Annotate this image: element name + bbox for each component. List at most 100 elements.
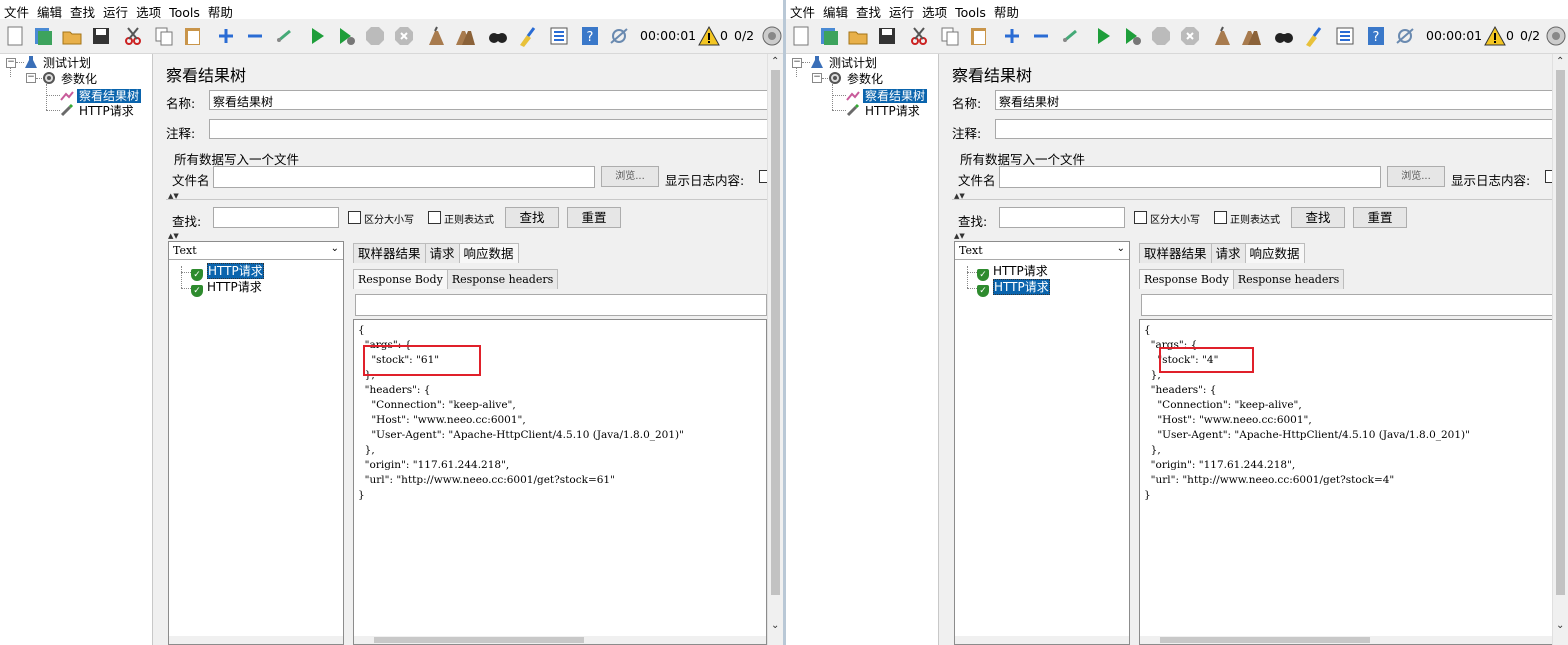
result-item[interactable]: ✓ HTTP请求 — [977, 264, 1048, 281]
tab-sampler-result[interactable]: 取样器结果 — [353, 243, 426, 263]
menu-file[interactable]: 文件 — [0, 0, 33, 21]
scroll-down-icon[interactable]: ⌄ — [771, 620, 779, 631]
menu-edit[interactable]: 编辑 — [819, 0, 852, 21]
save-icon[interactable] — [876, 25, 898, 47]
menu-options[interactable]: 选项 — [918, 0, 951, 21]
menu-run[interactable]: 运行 — [885, 0, 918, 21]
tree-node-test-plan[interactable]: 测试计划 — [24, 55, 93, 70]
new-icon[interactable] — [4, 25, 26, 47]
scroll-up-icon[interactable]: ⌃ — [771, 56, 779, 67]
clear-all-icon[interactable] — [1240, 25, 1262, 47]
menu-tools[interactable]: Tools — [951, 3, 990, 20]
tab-response-body[interactable]: Response Body — [1139, 269, 1234, 289]
clear-icon[interactable] — [1211, 25, 1233, 47]
paste-icon[interactable] — [182, 25, 204, 47]
menu-help[interactable]: 帮助 — [990, 0, 1023, 21]
open-icon[interactable] — [61, 25, 83, 47]
reset-search-icon[interactable] — [1302, 25, 1324, 47]
shutdown-icon[interactable] — [393, 25, 415, 47]
menu-tools[interactable]: Tools — [165, 3, 204, 20]
browse-button[interactable]: 浏览... — [1387, 166, 1445, 187]
toggle-icon[interactable] — [273, 25, 295, 47]
open-icon[interactable] — [847, 25, 869, 47]
filename-field[interactable] — [213, 166, 595, 188]
tree-node-test-plan[interactable]: 测试计划 — [810, 55, 879, 70]
tab-response-headers[interactable]: Response headers — [446, 269, 559, 289]
tab-request[interactable]: 请求 — [424, 243, 460, 263]
horizontal-scrollbar[interactable] — [1140, 636, 1552, 644]
cut-icon[interactable] — [908, 25, 930, 47]
copy-icon[interactable] — [153, 25, 175, 47]
start-no-pause-icon[interactable] — [1121, 25, 1143, 47]
find-button[interactable]: 查找 — [505, 207, 559, 228]
tab-sampler-result[interactable]: 取样器结果 — [1139, 243, 1212, 263]
templates-icon[interactable] — [818, 25, 840, 47]
vertical-scrollbar[interactable]: ⌃ ⌄ — [1552, 54, 1568, 645]
result-item[interactable]: ✓ HTTP请求 — [191, 280, 262, 297]
start-no-pause-icon[interactable] — [335, 25, 357, 47]
name-field[interactable]: 察看结果树 — [209, 90, 769, 110]
stop-icon[interactable] — [364, 25, 386, 47]
collapse-icon[interactable] — [244, 25, 266, 47]
menu-search[interactable]: 查找 — [852, 0, 885, 21]
reset-search-icon[interactable] — [516, 25, 538, 47]
response-search-field[interactable] — [355, 294, 767, 316]
tree-node-thread-group[interactable]: 参数化 — [828, 71, 885, 86]
regex-checkbox[interactable] — [428, 211, 441, 224]
split-arrows[interactable]: ▲▼ — [954, 233, 965, 240]
remote-icon[interactable] — [1394, 25, 1416, 47]
tab-response-data[interactable]: 响应数据 — [1244, 243, 1305, 263]
toggle-icon[interactable] — [1059, 25, 1081, 47]
horizontal-scrollbar[interactable] — [354, 636, 766, 644]
find-button[interactable]: 查找 — [1291, 207, 1345, 228]
save-icon[interactable] — [90, 25, 112, 47]
renderer-select[interactable]: Text ⌄ — [955, 242, 1129, 260]
tree-expander[interactable]: − — [792, 58, 802, 68]
result-item[interactable]: ✓ HTTP请求 — [191, 263, 264, 281]
clear-icon[interactable] — [425, 25, 447, 47]
warning-icon[interactable] — [1484, 25, 1506, 47]
menu-search[interactable]: 查找 — [66, 0, 99, 21]
expand-icon[interactable] — [1001, 25, 1023, 47]
comment-field[interactable] — [209, 119, 769, 139]
help-icon[interactable]: ? — [1365, 25, 1387, 47]
response-search-field[interactable] — [1141, 294, 1553, 316]
start-icon[interactable] — [1092, 25, 1114, 47]
menu-edit[interactable]: 编辑 — [33, 0, 66, 21]
tree-node-view-results-tree[interactable]: 察看结果树 — [846, 88, 928, 103]
reset-button[interactable]: 重置 — [567, 207, 621, 228]
tree-node-http-request[interactable]: HTTP请求 — [846, 103, 922, 118]
search-icon[interactable] — [1273, 25, 1295, 47]
help-icon[interactable]: ? — [579, 25, 601, 47]
collapse-icon[interactable] — [1030, 25, 1052, 47]
remote-icon[interactable] — [608, 25, 630, 47]
menu-run[interactable]: 运行 — [99, 0, 132, 21]
tree-node-view-results-tree[interactable]: 察看结果树 — [60, 88, 142, 103]
menu-help[interactable]: 帮助 — [204, 0, 237, 21]
expand-icon[interactable] — [215, 25, 237, 47]
scroll-up-icon[interactable]: ⌃ — [1556, 56, 1564, 67]
reset-button[interactable]: 重置 — [1353, 207, 1407, 228]
search-input[interactable] — [213, 207, 339, 228]
case-sensitive-checkbox[interactable] — [348, 211, 361, 224]
horizontal-scrollbar[interactable] — [955, 636, 1129, 644]
new-icon[interactable] — [790, 25, 812, 47]
tree-expander[interactable]: − — [812, 73, 822, 83]
menu-file[interactable]: 文件 — [786, 0, 819, 21]
stop-icon[interactable] — [1150, 25, 1172, 47]
cut-icon[interactable] — [122, 25, 144, 47]
tab-response-body[interactable]: Response Body — [353, 269, 448, 289]
split-arrows[interactable]: ▲▼ — [168, 233, 179, 240]
menu-options[interactable]: 选项 — [132, 0, 165, 21]
tree-node-http-request[interactable]: HTTP请求 — [60, 103, 136, 118]
search-input[interactable] — [999, 207, 1125, 228]
start-icon[interactable] — [306, 25, 328, 47]
case-sensitive-checkbox[interactable] — [1134, 211, 1147, 224]
tab-response-data[interactable]: 响应数据 — [458, 243, 519, 263]
scroll-down-icon[interactable]: ⌄ — [1556, 620, 1564, 631]
clear-all-icon[interactable] — [454, 25, 476, 47]
filename-field[interactable] — [999, 166, 1381, 188]
vertical-scrollbar[interactable]: ⌃ ⌄ — [767, 54, 783, 645]
regex-checkbox[interactable] — [1214, 211, 1227, 224]
search-icon[interactable] — [487, 25, 509, 47]
